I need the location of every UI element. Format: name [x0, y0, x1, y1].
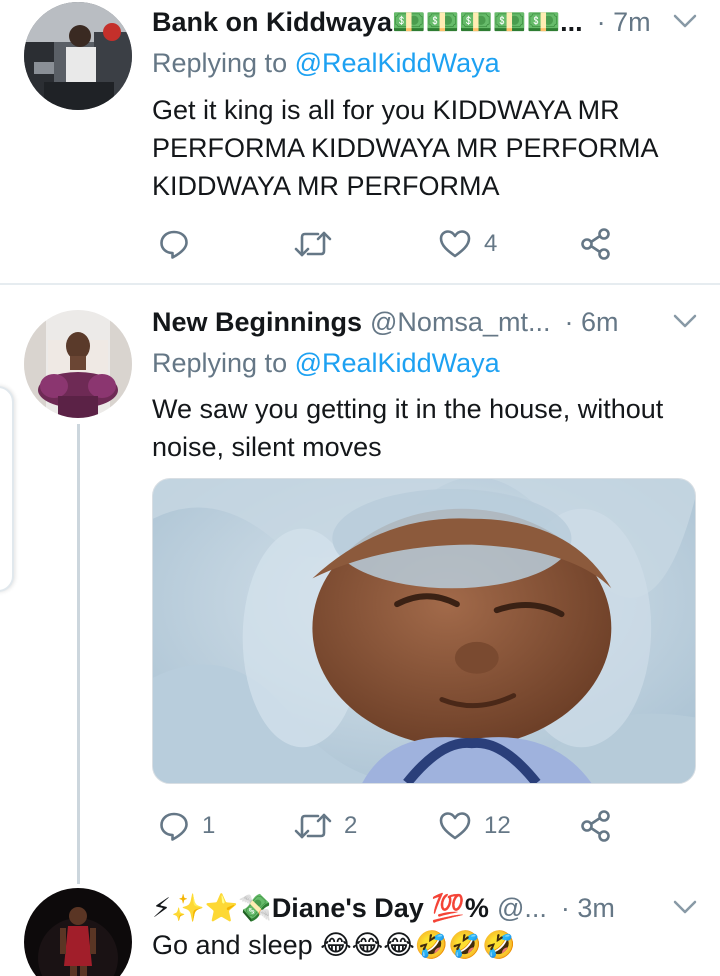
- timestamp[interactable]: · 7m: [597, 7, 651, 38]
- share-icon: [581, 810, 610, 842]
- tweet-text: We saw you getting it in the house, with…: [152, 394, 664, 462]
- avatar[interactable]: [24, 310, 132, 418]
- reply-button[interactable]: [158, 224, 190, 264]
- retweet-icon: [294, 231, 332, 257]
- tweet-text: Get it king is all for you KIDDWAYA MR P…: [152, 95, 658, 201]
- author-name[interactable]: Bank on Kiddwaya💵💵💵💵💵...: [152, 6, 583, 38]
- author-name[interactable]: ⚡✨⭐💸Diane's Day 💯%: [152, 892, 489, 924]
- author-handle[interactable]: @Nomsa_mt...: [370, 307, 550, 338]
- reply-count: 1: [202, 812, 216, 839]
- share-button[interactable]: [580, 224, 612, 264]
- author-handle[interactable]: @...: [497, 893, 547, 924]
- tweet-actions: 4: [152, 224, 662, 264]
- side-panel-edge: [0, 386, 14, 592]
- like-button[interactable]: 4: [438, 224, 497, 264]
- replying-handle[interactable]: @RealKiddWaya: [295, 48, 500, 78]
- chevron-down-icon[interactable]: [670, 308, 700, 334]
- like-button[interactable]: 12: [438, 806, 511, 846]
- like-count: 12: [484, 812, 511, 839]
- chevron-down-icon[interactable]: [670, 8, 700, 34]
- tweet-text: Go and sleep 😂😂😂🤣🤣🤣: [152, 930, 516, 960]
- share-icon: [581, 228, 610, 260]
- chevron-down-icon[interactable]: [670, 894, 700, 920]
- tweet-divider: [0, 283, 720, 285]
- replying-handle[interactable]: @RealKiddWaya: [295, 348, 500, 378]
- retweet-count: 2: [344, 812, 358, 839]
- replying-prefix: Replying to: [152, 48, 288, 78]
- reply-icon: [160, 230, 188, 259]
- author-name[interactable]: New Beginnings: [152, 307, 362, 338]
- tweet-actions: 1 2 12: [152, 806, 662, 846]
- retweet-button[interactable]: [294, 224, 332, 264]
- share-button[interactable]: [580, 806, 612, 846]
- replying-to: Replying to @RealKiddWaya: [152, 348, 500, 379]
- retweet-button[interactable]: 2: [294, 806, 357, 846]
- tweet-media-photo[interactable]: [152, 478, 696, 784]
- replying-to: Replying to @RealKiddWaya: [152, 48, 500, 79]
- avatar[interactable]: [24, 2, 132, 110]
- like-icon: [439, 230, 471, 258]
- thread-connector-line: [77, 424, 80, 884]
- like-icon: [439, 812, 471, 840]
- like-count: 4: [484, 230, 498, 257]
- reply-button[interactable]: 1: [158, 806, 215, 846]
- timestamp[interactable]: · 6m: [564, 307, 618, 338]
- replying-prefix: Replying to: [152, 348, 288, 378]
- reply-icon: [160, 812, 188, 841]
- avatar[interactable]: [24, 888, 132, 976]
- retweet-icon: [294, 813, 332, 839]
- timestamp[interactable]: · 3m: [561, 893, 615, 924]
